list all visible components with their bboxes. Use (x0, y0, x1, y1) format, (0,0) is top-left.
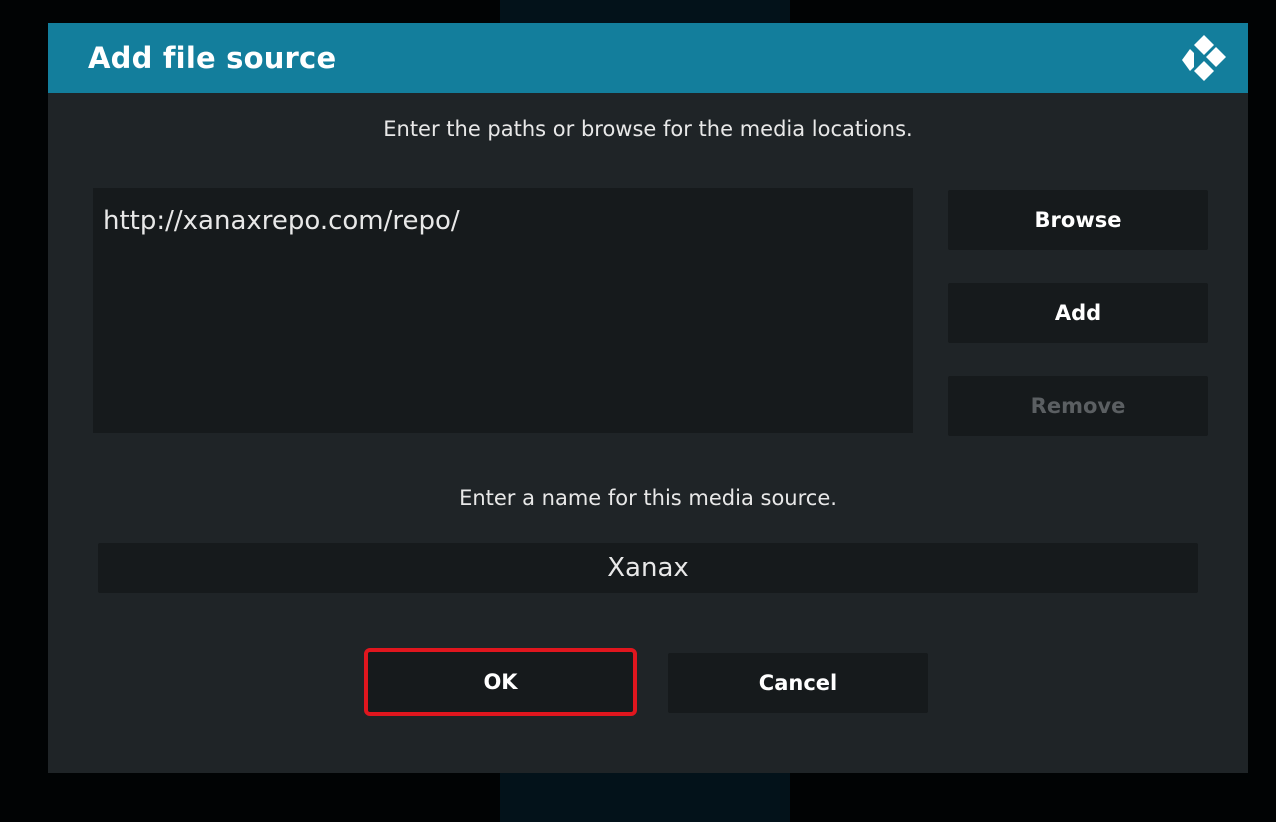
remove-button[interactable]: Remove (948, 376, 1208, 436)
kodi-logo-icon (1182, 35, 1226, 81)
add-file-source-dialog: Add file source Enter the paths or brows… (48, 23, 1248, 773)
add-button[interactable]: Add (948, 283, 1208, 343)
browse-button[interactable]: Browse (948, 190, 1208, 250)
dialog-titlebar: Add file source (48, 23, 1248, 93)
path-list-item[interactable]: http://xanaxrepo.com/repo/ (103, 206, 460, 236)
ok-button[interactable]: OK (364, 648, 637, 716)
paths-instruction: Enter the paths or browse for the media … (383, 117, 913, 141)
cancel-button[interactable]: Cancel (668, 653, 928, 713)
dialog-title: Add file source (88, 41, 337, 75)
path-list[interactable]: http://xanaxrepo.com/repo/ (93, 188, 913, 433)
name-instruction: Enter a name for this media source. (459, 486, 837, 510)
source-name-field[interactable]: Xanax (98, 543, 1198, 593)
